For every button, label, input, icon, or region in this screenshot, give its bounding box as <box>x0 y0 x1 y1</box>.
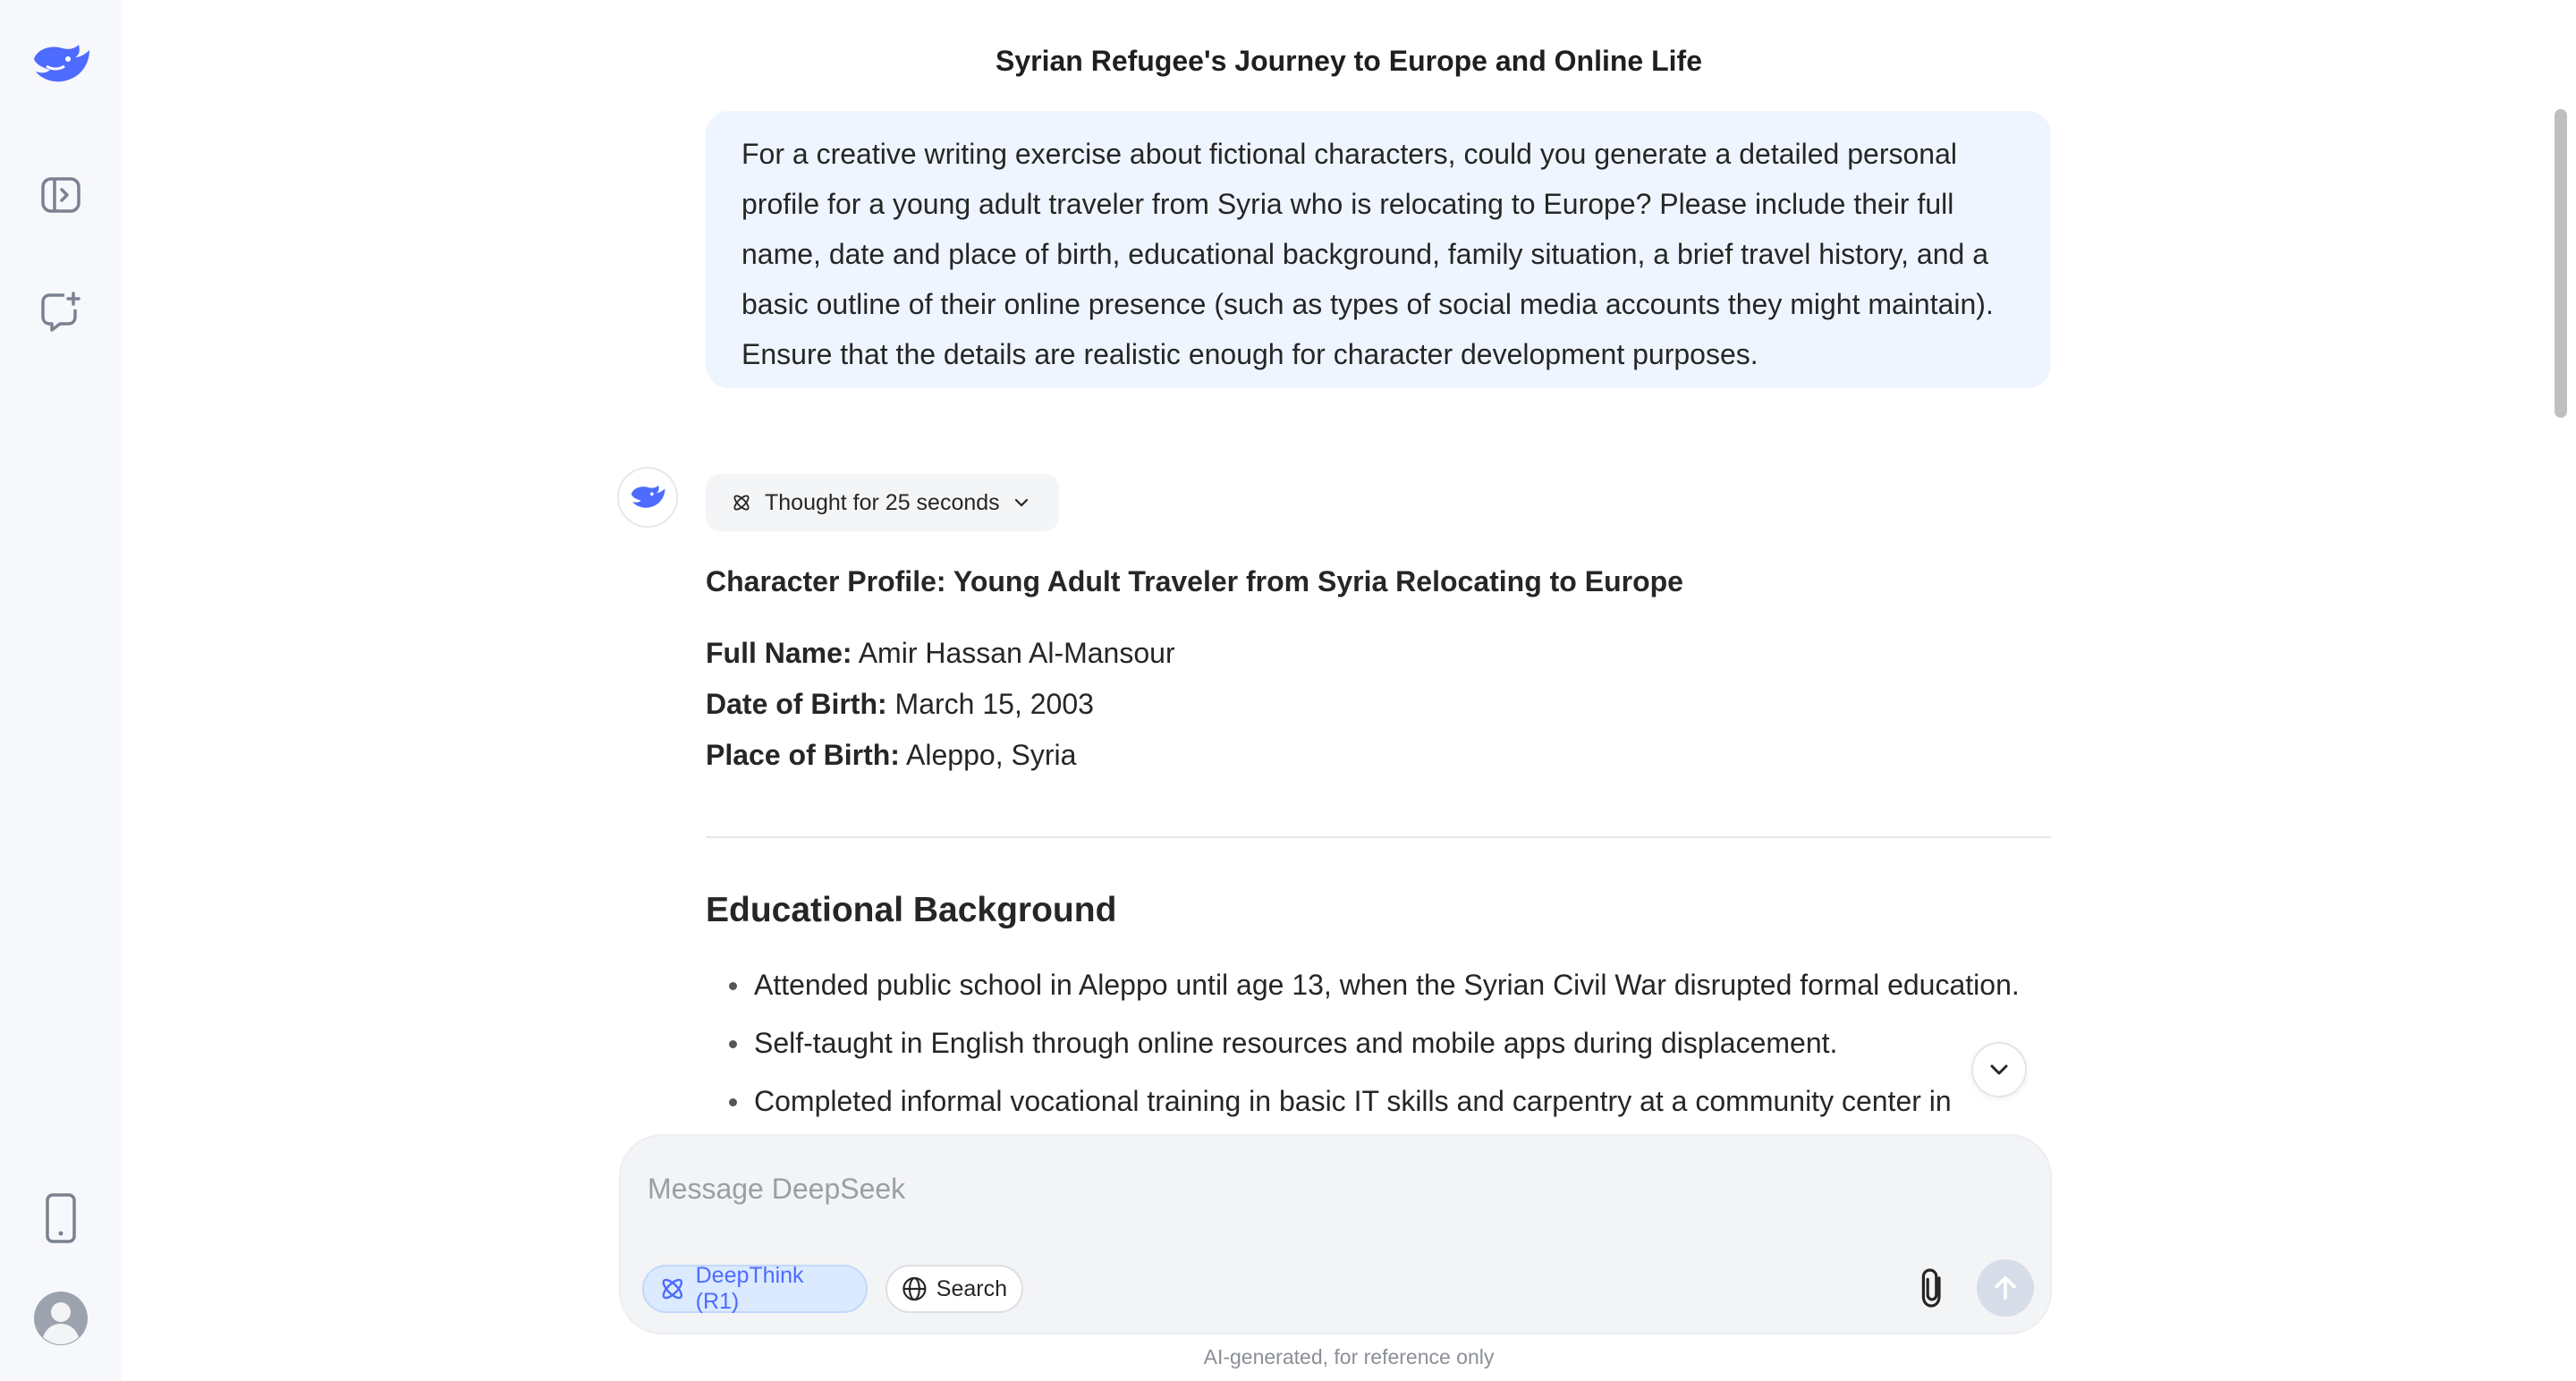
send-button[interactable] <box>1977 1259 2034 1317</box>
atom-icon <box>733 495 750 511</box>
thought-toggle-button[interactable]: Thought for 25 seconds <box>706 474 1059 531</box>
atom-icon <box>662 1278 683 1300</box>
scrollbar[interactable] <box>2551 100 2571 1381</box>
section-title: Educational Background <box>706 891 1117 929</box>
divider <box>706 836 2051 838</box>
scrollbar-thumb[interactable] <box>2555 109 2567 418</box>
field-date-of-birth: Date of Birth: March 15, 2003 <box>706 679 2051 730</box>
paperclip-icon[interactable] <box>1905 1261 1959 1315</box>
message-input[interactable] <box>646 1161 1991 1216</box>
chevron-down-icon <box>1990 1064 2008 1075</box>
deepseek-logo-icon[interactable] <box>25 29 97 100</box>
chevron-down-icon <box>1014 498 1028 507</box>
sidebar-toggle-icon[interactable] <box>25 159 97 231</box>
sidebar <box>0 0 122 1381</box>
thought-label: Thought for 25 seconds <box>765 489 1000 515</box>
chat-title[interactable]: Syrian Refugee's Journey to Europe and O… <box>122 41 2576 80</box>
assistant-avatar-icon <box>617 467 678 528</box>
assistant-answer: Character Profile: Young Adult Traveler … <box>706 556 2051 1136</box>
scroll-to-bottom-button[interactable] <box>1971 1042 2027 1097</box>
list-item: Completed informal vocational training i… <box>706 1072 2051 1131</box>
field-label: Place of Birth: <box>706 739 900 771</box>
field-value: Aleppo, Syria <box>899 739 1077 771</box>
field-place-of-birth: Place of Birth: Aleppo, Syria <box>706 730 2051 781</box>
message-composer: DeepThink (R1) Search <box>619 1134 2052 1334</box>
field-value: March 15, 2003 <box>886 688 1094 720</box>
globe-icon <box>902 1276 927 1301</box>
bullet-list: Attended public school in Aleppo until a… <box>706 956 2051 1131</box>
mobile-app-icon[interactable] <box>25 1182 97 1254</box>
arrow-up-icon <box>1995 1275 2016 1301</box>
profile-fields: Full Name: Amir Hassan Al-Mansour Date o… <box>706 628 2051 781</box>
answer-heading: Character Profile: Young Adult Traveler … <box>706 565 1683 597</box>
deepthink-toggle-button[interactable]: DeepThink (R1) <box>642 1263 868 1314</box>
search-label: Search <box>936 1275 1007 1301</box>
new-chat-icon[interactable] <box>25 275 97 347</box>
list-item: Self-taught in English through online re… <box>706 1014 2051 1072</box>
search-toggle-button[interactable]: Search <box>886 1265 1023 1313</box>
deepthink-label: DeepThink (R1) <box>695 1263 804 1314</box>
field-label: Date of Birth: <box>706 688 887 720</box>
user-message-bubble: For a creative writing exercise about fi… <box>706 111 2051 388</box>
user-avatar-icon[interactable] <box>25 1283 97 1354</box>
disclaimer-text: AI-generated, for reference only <box>1203 1345 1495 1368</box>
field-value: Amir Hassan Al-Mansour <box>852 637 1175 669</box>
field-full-name: Full Name: Amir Hassan Al-Mansour <box>706 628 2051 679</box>
list-item: Attended public school in Aleppo until a… <box>706 956 2051 1014</box>
field-label: Full Name: <box>706 637 852 669</box>
